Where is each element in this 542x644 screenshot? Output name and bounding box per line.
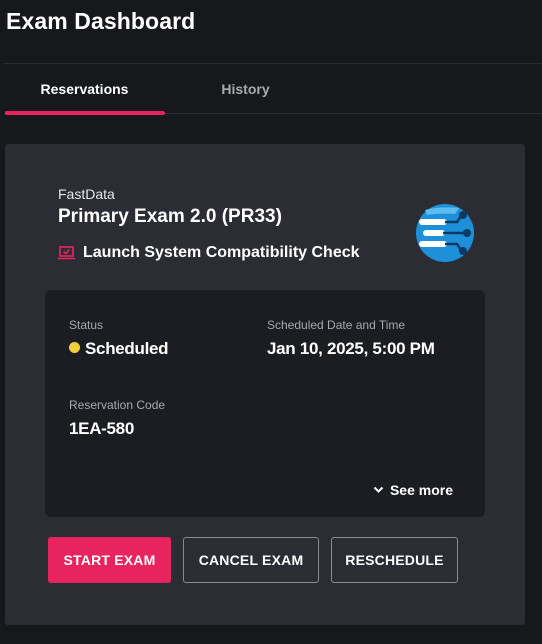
reservation-details-panel: Status Scheduled Scheduled Date and Time… <box>45 290 485 517</box>
page-title: Exam Dashboard <box>6 8 196 34</box>
tab-history-label: History <box>221 81 270 97</box>
fastdata-logo-icon <box>416 204 474 262</box>
chevron-down-icon <box>373 486 384 493</box>
tab-reservations[interactable]: Reservations <box>4 64 165 115</box>
see-more-button[interactable]: See more <box>373 482 453 498</box>
datetime-label: Scheduled Date and Time <box>267 318 406 332</box>
datetime-value: Jan 10, 2025, 5:00 PM <box>267 339 435 358</box>
cancel-exam-button[interactable]: CANCEL EXAM <box>183 537 319 583</box>
status-label: Status <box>69 318 104 332</box>
start-exam-button[interactable]: START EXAM <box>48 537 171 583</box>
tab-bar: Reservations History <box>4 63 542 115</box>
reservation-card: FastData Primary Exam 2.0 (PR33) Launch … <box>5 144 525 625</box>
see-more-label: See more <box>389 482 453 498</box>
active-tab-indicator <box>5 111 165 115</box>
reservation-code-value: 1EA-580 <box>69 419 134 438</box>
exam-vendor: FastData <box>58 186 115 202</box>
exam-name: Primary Exam 2.0 (PR33) <box>58 206 282 227</box>
reservation-code-label: Reservation Code <box>69 398 166 412</box>
compatibility-check-label: Launch System Compatibility Check <box>83 244 360 261</box>
tab-reservations-label: Reservations <box>40 81 129 97</box>
status-text: Scheduled <box>85 339 169 358</box>
status-value: Scheduled <box>69 339 169 359</box>
tab-history[interactable]: History <box>165 64 326 114</box>
laptop-check-icon <box>58 246 75 260</box>
compatibility-check-link[interactable]: Launch System Compatibility Check <box>58 244 360 262</box>
status-dot-icon <box>69 342 80 353</box>
reschedule-button[interactable]: RESCHEDULE <box>331 537 458 583</box>
